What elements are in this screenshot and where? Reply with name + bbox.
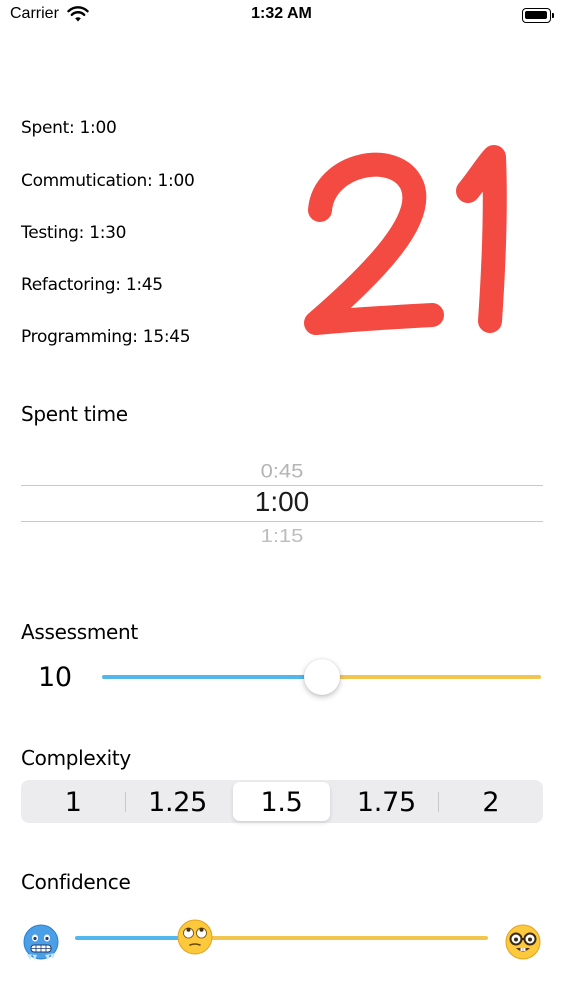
rolling-eyes-face-icon[interactable] [176,918,214,956]
picker-option-previous[interactable]: 0:45 [21,459,543,482]
complexity-segment-1-25[interactable]: 1.25 [125,782,229,821]
stat-refactoring: Refactoring: 1:45 [21,275,163,295]
complexity-segmented-control[interactable]: 1 1.25 1.5 1.75 2 [21,780,543,823]
complexity-title: Complexity [21,746,131,770]
assessment-slider-max-track [321,675,541,679]
confidence-title: Confidence [21,870,131,894]
score-number: 21 [304,145,507,335]
stat-testing: Testing: 1:30 [21,223,127,243]
assessment-slider-thumb[interactable] [303,659,340,695]
complexity-segment-1-5[interactable]: 1.5 [233,782,330,821]
nerd-face-icon [505,924,541,960]
spent-time-title: Spent time [21,402,128,426]
complexity-segment-1-75[interactable]: 1.75 [334,782,438,821]
freezing-face-icon [23,924,59,960]
complexity-segment-2[interactable]: 2 [439,782,543,821]
picker-option-next[interactable]: 1:15 [21,525,543,547]
confidence-slider-max-track [194,936,488,940]
assessment-value: 10 [38,662,72,693]
stat-communication: Commutication: 1:00 [21,171,195,191]
picker-option-selected[interactable]: 1:00 [21,486,543,518]
battery-icon [522,8,555,23]
spent-time-picker[interactable]: 0:45 1:00 1:15 [21,450,543,560]
stat-spent: Spent: 1:00 [21,118,117,138]
status-time: 1:32 AM [251,5,312,22]
stat-programming: Programming: 15:45 [21,327,191,347]
picker-selection-bottom-line [21,521,543,522]
assessment-title: Assessment [21,620,138,644]
assessment-slider-min-track [102,675,322,679]
complexity-segment-1[interactable]: 1 [21,782,125,821]
status-bar: Carrier 1:32 AM [0,0,563,30]
